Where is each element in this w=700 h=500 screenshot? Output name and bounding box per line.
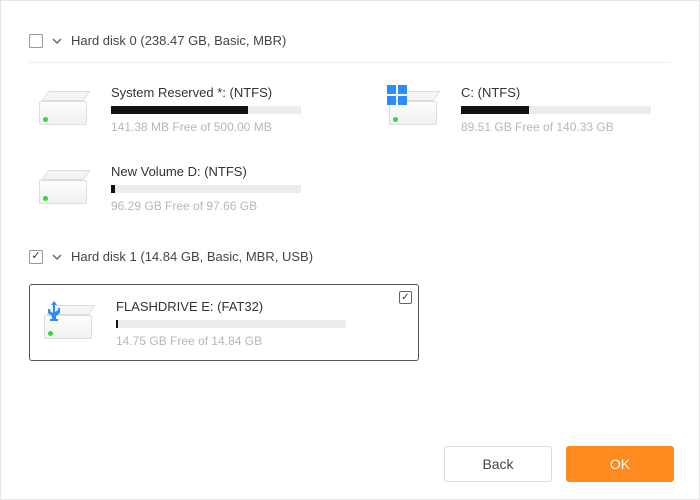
partition-title: New Volume D: (NTFS) <box>111 164 309 179</box>
partition-item[interactable]: C: (NTFS) 89.51 GB Free of 140.33 GB <box>389 85 659 134</box>
partition-free-text: 89.51 GB Free of 140.33 GB <box>461 120 659 134</box>
back-button[interactable]: Back <box>444 446 552 482</box>
chevron-down-icon <box>51 35 63 47</box>
usage-bar <box>111 185 301 193</box>
partition-free-text: 141.38 MB Free of 500.00 MB <box>111 120 309 134</box>
partition-title: System Reserved *: (NTFS) <box>111 85 309 100</box>
windows-icon <box>387 85 407 105</box>
partition-title: C: (NTFS) <box>461 85 659 100</box>
partition-item[interactable]: System Reserved *: (NTFS) 141.38 MB Free… <box>39 85 309 134</box>
disk-label-0: Hard disk 0 (238.47 GB, Basic, MBR) <box>71 33 286 48</box>
usage-bar <box>116 320 346 328</box>
disk-0-partitions: System Reserved *: (NTFS) 141.38 MB Free… <box>29 63 671 241</box>
disk-header-1[interactable]: Hard disk 1 (14.84 GB, Basic, MBR, USB) <box>29 241 671 278</box>
drive-icon <box>39 91 93 133</box>
partition-title: FLASHDRIVE E: (FAT32) <box>116 299 404 314</box>
selected-partition-box[interactable]: FLASHDRIVE E: (FAT32) 14.75 GB Free of 1… <box>29 284 419 361</box>
partition-free-text: 96.29 GB Free of 97.66 GB <box>111 199 309 213</box>
disk-header-0[interactable]: Hard disk 0 (238.47 GB, Basic, MBR) <box>29 25 671 63</box>
usb-icon <box>42 299 66 326</box>
usage-bar <box>461 106 651 114</box>
drive-icon <box>389 91 443 133</box>
partition-free-text: 14.75 GB Free of 14.84 GB <box>116 334 404 348</box>
drive-icon <box>44 305 98 347</box>
drive-icon <box>39 170 93 212</box>
disk-selection-panel: Hard disk 0 (238.47 GB, Basic, MBR) Syst… <box>1 1 699 379</box>
disk-label-1: Hard disk 1 (14.84 GB, Basic, MBR, USB) <box>71 249 313 264</box>
partition-item[interactable]: New Volume D: (NTFS) 96.29 GB Free of 97… <box>39 164 309 213</box>
disk-checkbox-0[interactable] <box>29 34 43 48</box>
dialog-footer: Back OK <box>444 446 674 482</box>
disk-checkbox-1[interactable] <box>29 250 43 264</box>
ok-button[interactable]: OK <box>566 446 674 482</box>
chevron-down-icon <box>51 251 63 263</box>
usage-bar <box>111 106 301 114</box>
